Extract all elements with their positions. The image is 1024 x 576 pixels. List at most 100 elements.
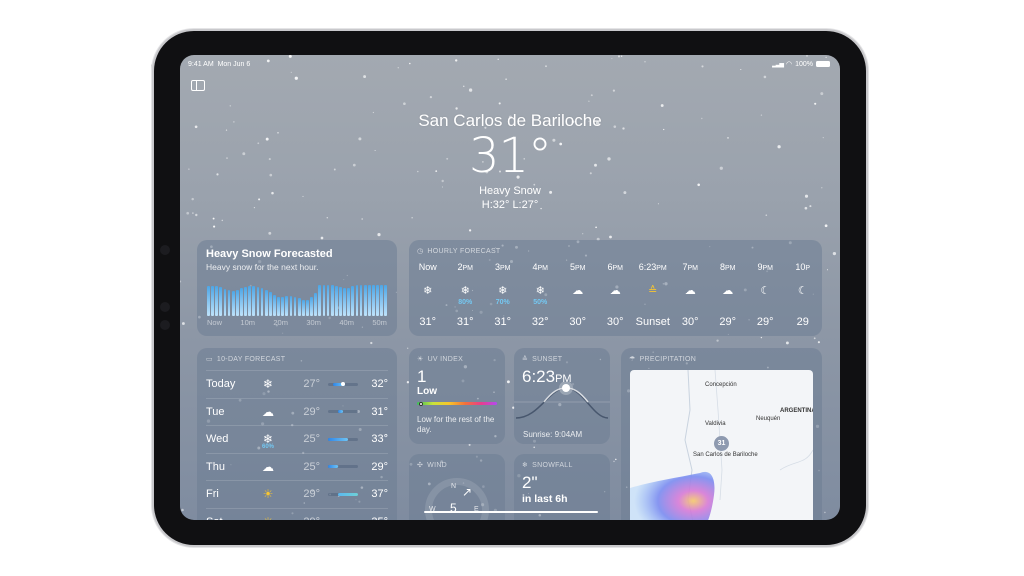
clock-icon: ◷ [417,248,424,255]
intensity-bar [376,285,379,316]
hour-temp: 29 [796,316,809,328]
intensity-bar [359,284,363,316]
intensity-bar [231,291,235,316]
uv-value: 1 [417,367,427,386]
hourly-item: 9PM ☾ 29° [747,262,785,332]
intensity-bar [367,285,371,316]
location-marker[interactable]: 31 [714,436,729,451]
status-date: Mon Jun 6 [217,60,251,68]
camera [160,320,170,330]
map-label-valdivia: Valdivia [705,421,726,427]
hour-label: 10P [795,262,811,272]
battery-icon [816,61,830,67]
hourly-item: 6PM ☁ 30° [597,262,635,332]
hourly-item: 7PM ☁ 30° [672,262,710,332]
uv-header: UV Index [427,355,464,363]
intensity-bar [314,292,318,316]
wind-arrow-icon: ↗ [462,485,473,499]
compass-n: N [451,483,457,490]
sunset-card[interactable]: ≙ Sunset 6:23PM Sunrise: 9:04AM [514,348,610,444]
temp-range-bar [328,437,358,441]
precipitation-card[interactable]: ☂ Precipitation Concepción ARGENTINA [621,348,822,520]
intensity-bar [347,287,351,316]
home-indicator[interactable] [424,510,598,513]
day-row[interactable]: Wed ❄ 60% 25° 33° [206,425,388,452]
sun-icon: ☀ [262,487,274,501]
intensity-tick: 50m [372,318,387,327]
hourly-item: 6:23PM ≙ Sunset [634,262,672,332]
precip-intensity-chart [207,283,388,316]
hour-label: 3PM [494,262,511,272]
day-name: Fri [206,488,219,500]
day-row[interactable]: Fri ☀ 29° 37° [206,480,388,507]
camera [160,245,170,255]
temp-range-fill [328,437,348,441]
snowflake-icon: ❄ [522,462,529,469]
wind-header: Wind [427,461,448,469]
intensity-bar [248,286,252,316]
intensity-bar [285,296,289,316]
temp-range-bar [328,492,358,496]
precipitation-map[interactable]: Concepción ARGENTINA Neuquén Valdivia 31… [630,370,813,520]
hourly-item: 8PM ☁ 29° [709,262,747,332]
day-row[interactable]: Tue ☁ 29° 31° [206,397,388,425]
intensity-bar [293,296,297,316]
snow-alert-card[interactable]: Heavy Snow Forecasted Heavy snow for the… [197,240,397,336]
hour-label: Now [418,262,437,272]
day-row[interactable]: Sat ☀ 29° 35° [206,507,388,521]
snowfall-amount: 2" [522,473,538,492]
day-row[interactable]: Today ❄ 27° 32° [206,370,388,397]
snow-icon: ❄ [460,285,470,297]
intensity-tick: 10m [240,318,255,327]
moon-icon: ☾ [760,285,771,297]
intensity-bar [244,286,247,316]
sunset-icon: ≙ [648,285,658,297]
intensity-bar [281,296,285,316]
ten-day-forecast-card[interactable]: ▭ 10-Day Forecast Today ❄ 27° 32° Tue ☁ 29… [197,348,397,520]
status-time: 9:41 AM [188,60,214,68]
day-name: Thu [206,460,225,473]
wifi-icon: ◠ [785,61,793,68]
sunset-header: Sunset [532,355,563,363]
snow-icon: ❄ [423,285,433,297]
hourly-item: Now ❄ 31° [409,262,447,332]
intensity-bar [363,284,367,316]
intensity-bar [330,285,334,316]
precip-chance: 80% [458,299,473,306]
cloud-icon: ☁ [262,459,274,474]
hourly-item: 3PM ❄ 70% 31° [484,262,522,332]
temp-range-fill [337,492,358,496]
sun-path-graph [514,382,610,419]
day-high: 35° [366,516,388,521]
hourly-list[interactable]: Now ❄ 31° 2PM ❄ 80% 31° 3PM ❄ 70% 31° 4PM ❄… [409,262,822,332]
cloud-moon-icon: ☁ [722,285,734,297]
hour-temp: 32° [531,316,549,328]
map-label-bariloche: San Carlos de Bariloche [693,452,758,458]
hour-temp: 31° [419,316,437,328]
cloud-icon: ☁ [262,404,274,419]
uv-indicator [418,401,423,406]
cloud-icon: ☁ [609,285,621,297]
uv-index-card[interactable]: ☀ UV Index 1 Low Low for the rest of the … [409,348,505,444]
snow-icon: ❄ [498,285,508,297]
hour-label: 8PM [719,262,736,272]
day-row[interactable]: Thu ☁ 25° 29° [206,452,388,480]
map-label-neuquen: Neuquén [756,416,781,422]
uv-level: Low [417,386,437,397]
day-name: Today [206,378,236,390]
intensity-tick: Now [207,318,223,327]
high-low: H:32° L:27° [481,199,539,211]
day-low: 29° [303,488,320,500]
alert-title: Heavy Snow Forecasted [206,248,333,260]
day-name: Tue [206,405,225,418]
intensity-bar [372,285,375,316]
day-low: 29° [303,405,320,418]
intensity-bar [289,295,293,316]
intensity-bar [355,285,359,316]
snow-icon: ❄ [535,285,545,297]
current-conditions: San Carlos de Bariloche 31° Heavy Snow H… [180,110,840,212]
hourly-forecast-card[interactable]: ◷ Hourly Forecast Now ❄ 31° 2PM ❄ 80% 31° 3… [409,240,822,336]
day-low: 25° [303,460,320,473]
sidebar-toggle-icon[interactable] [191,80,205,91]
temp-range-bar [328,382,358,386]
